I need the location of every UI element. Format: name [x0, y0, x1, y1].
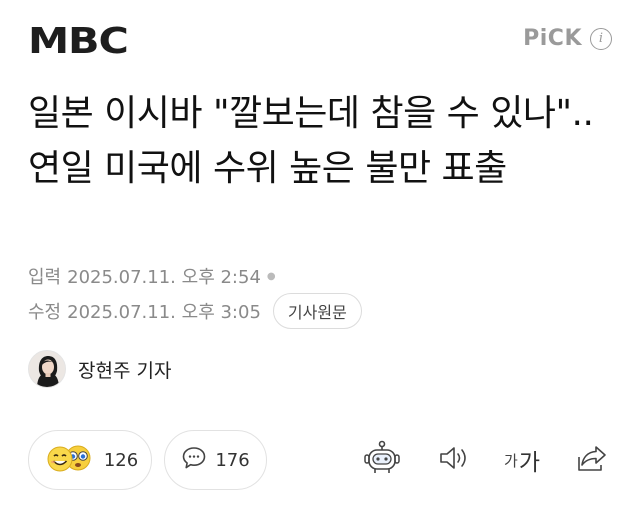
input-label: 입력	[28, 267, 62, 288]
reporter-name[interactable]: 장현주 기자	[78, 356, 171, 383]
reporter-info[interactable]: 장현주 기자	[28, 350, 171, 388]
speech-bubble-icon	[181, 445, 207, 475]
header: MBC PiCK i	[0, 0, 640, 80]
share-button[interactable]	[574, 442, 610, 478]
modified-time: 수정 2025.07.11. 오후 3:05 기사원문	[28, 292, 362, 330]
comment-button[interactable]: 176	[164, 430, 267, 490]
published-time: 입력 2025.07.11. 오후 2:54 ●	[28, 263, 276, 289]
mbc-logo[interactable]: MBC	[28, 24, 129, 60]
pick-label: PiCK	[523, 26, 582, 51]
share-icon	[576, 443, 608, 477]
input-datetime: 2025.07.11. 오후 2:54	[67, 267, 261, 288]
robot-icon	[362, 440, 402, 480]
reaction-count: 126	[103, 449, 139, 471]
action-bar: 126 176 가 가	[28, 430, 612, 490]
article-title: 일본 이시바 "깔보는데 참을 수 있나"..연일 미국에 수위 높은 불만 표…	[28, 93, 594, 189]
modified-datetime: 2025.07.11. 오후 3:05	[67, 302, 261, 323]
font-size-button[interactable]: 가가	[500, 442, 544, 478]
original-article-button[interactable]: 기사원문	[272, 293, 362, 329]
summary-bot-button[interactable]	[362, 440, 402, 480]
reaction-button[interactable]: 126	[28, 430, 152, 490]
tts-button[interactable]	[436, 442, 472, 478]
info-icon[interactable]: i	[590, 27, 612, 50]
emoji-reaction-icon	[42, 443, 96, 477]
avatar-image	[29, 351, 65, 387]
reporter-avatar[interactable]	[28, 350, 66, 388]
comment-count: 176	[215, 449, 250, 471]
font-small-label: 가	[504, 451, 518, 470]
speaker-icon	[437, 443, 471, 477]
font-big-label: 가	[518, 450, 540, 476]
separator-dot: ●	[266, 270, 276, 282]
modified-label: 수정	[28, 302, 62, 323]
pick-badge[interactable]: PiCK i	[523, 26, 612, 51]
